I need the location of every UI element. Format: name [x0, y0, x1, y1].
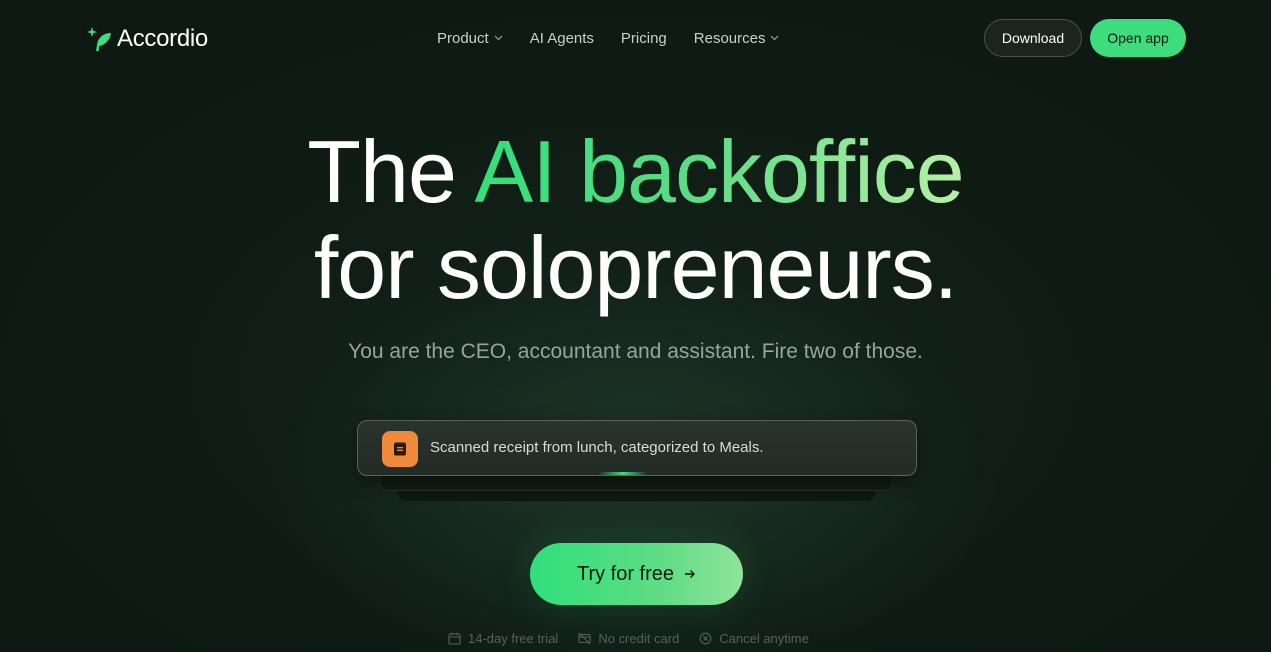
nav-item-ai-agents[interactable]: AI Agents: [530, 30, 594, 47]
hero-title: The AI backoffice for solopreneurs.: [0, 124, 1271, 316]
arrow-right-icon: [685, 570, 696, 578]
nav-item-pricing[interactable]: Pricing: [621, 30, 667, 47]
hero-title-line-1: The AI backoffice: [0, 124, 1271, 220]
cancel-circle-icon: [699, 632, 712, 644]
receipt-icon: [382, 431, 418, 467]
chevron-down-icon: [771, 35, 779, 41]
hero-title-accent: AI backoffice: [474, 122, 965, 221]
hero-title-line-2: for solopreneurs.: [313, 218, 958, 317]
brand-name: Accordio: [117, 25, 208, 52]
top-navigation: Accordio Product AI Agents Pricing Resou…: [0, 0, 1271, 76]
try-for-free-button[interactable]: Try for free: [530, 543, 743, 605]
calendar-icon: [448, 632, 461, 645]
nav-item-label: Pricing: [620, 29, 667, 47]
perk-cancel-anytime: Cancel anytime: [699, 631, 809, 646]
activity-progress-glow: [598, 472, 648, 475]
activity-card: Scanned receipt from lunch, categorized …: [357, 420, 917, 476]
leaf-sparkle-icon: [87, 24, 113, 54]
perk-no-credit-card: No credit card: [578, 631, 679, 646]
nav-item-resources[interactable]: Resources: [694, 30, 780, 47]
brand-logo[interactable]: Accordio: [87, 22, 208, 56]
nav-item-label: AI Agents: [529, 29, 594, 47]
landing-page: Accordio Product AI Agents Pricing Resou…: [0, 0, 1271, 652]
nav-item-product[interactable]: Product: [437, 30, 503, 47]
chevron-down-icon: [494, 35, 503, 41]
nav-links: Product AI Agents Pricing Resources: [437, 28, 779, 48]
download-button[interactable]: Download: [984, 19, 1082, 57]
perk-label: 14-day free trial: [468, 630, 559, 646]
perk-free-trial: 14-day free trial: [448, 631, 558, 646]
try-for-free-label: Try for free: [576, 562, 675, 585]
open-app-button[interactable]: Open app: [1090, 19, 1186, 57]
activity-text: Scanned receipt from lunch, categorized …: [430, 439, 764, 456]
nav-item-label: Product: [437, 29, 489, 47]
no-credit-card-icon: [578, 632, 591, 644]
hero-subtitle: You are the CEO, accountant and assistan…: [348, 340, 923, 363]
nav-item-label: Resources: [693, 29, 766, 47]
perk-label: No credit card: [598, 630, 680, 646]
perks-list: 14-day free trial No credit card Cancel …: [448, 630, 809, 646]
perk-label: Cancel anytime: [719, 630, 809, 646]
hero-title-plain: The: [307, 122, 475, 221]
